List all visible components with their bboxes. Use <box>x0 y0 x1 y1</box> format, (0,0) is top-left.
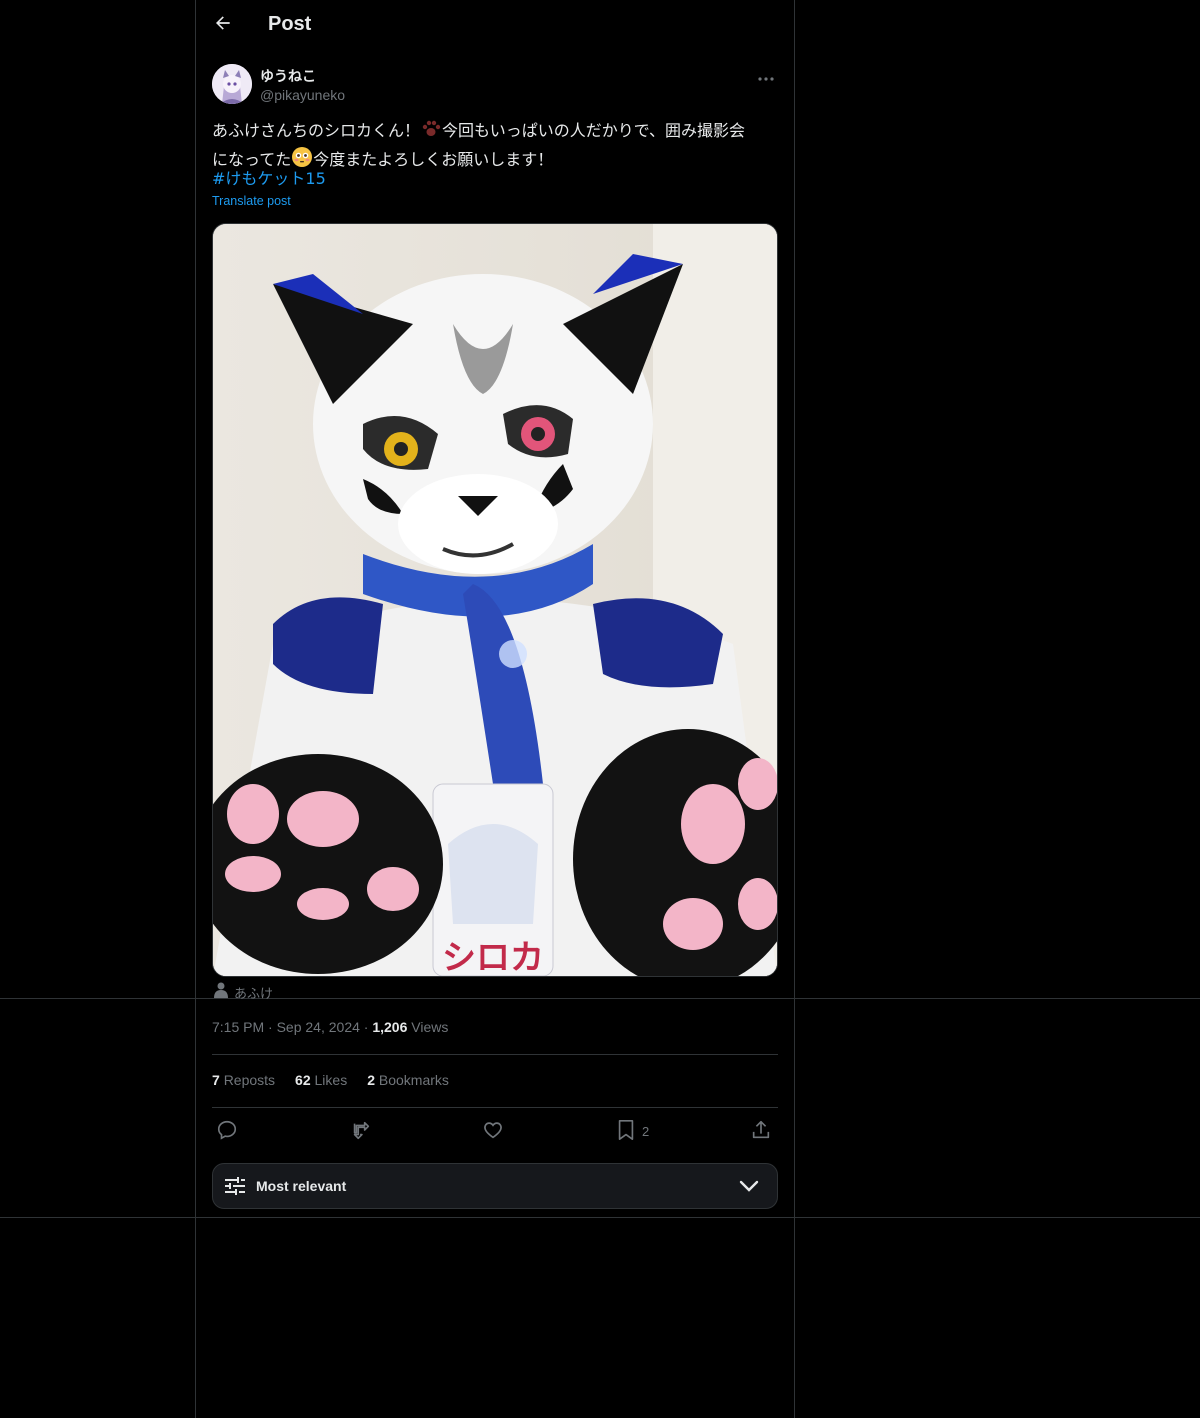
post-image[interactable]: シロカ <box>212 223 778 977</box>
likes-count: 62 <box>295 1072 311 1088</box>
sliders-icon <box>224 1176 246 1200</box>
views-label: Views <box>411 1019 449 1035</box>
reply-icon <box>216 1119 238 1144</box>
bookmarks-label: Bookmarks <box>378 1072 449 1088</box>
reposts-stat[interactable]: 7 Reposts <box>212 1072 275 1088</box>
post-text-line2b: 今度またよろしくお願いします！ <box>313 150 554 169</box>
translate-post-link[interactable]: Translate post <box>212 194 291 208</box>
more-icon <box>757 67 775 86</box>
post-time[interactable]: 7:15 PM <box>212 1019 264 1035</box>
tagged-user[interactable]: あふけ <box>214 982 273 1002</box>
paw-icon <box>420 119 442 146</box>
reply-button[interactable] <box>216 1116 238 1146</box>
author-handle[interactable]: @pikayuneko <box>260 87 345 103</box>
post-meta: 7:15 PM · Sep 24, 2024 · 1,206 Views <box>212 1019 448 1035</box>
back-button[interactable] <box>208 10 238 40</box>
bookmark-count: 2 <box>642 1123 650 1139</box>
chevron-down-icon <box>739 1178 759 1197</box>
share-button[interactable] <box>750 1116 772 1146</box>
reposts-count: 7 <box>212 1072 220 1088</box>
person-icon <box>214 982 228 1002</box>
likes-label: Likes <box>314 1072 348 1088</box>
meta-separator: · <box>363 1019 369 1035</box>
reposts-label: Reposts <box>223 1072 276 1088</box>
divider <box>212 1107 778 1108</box>
repost-icon <box>349 1119 373 1144</box>
bookmarks-count: 2 <box>367 1072 375 1088</box>
author-display-name[interactable]: ゆうねこ <box>260 66 316 86</box>
main-column: Post ゆうねこ @pikayuneko あふけさんちのシロカくん！ 今回もいっ… <box>195 0 795 1418</box>
sort-label: Most relevant <box>256 1178 347 1194</box>
post-text-line1b: 今回もいっぱいの人だかりで、囲み撮影会 <box>442 121 746 140</box>
repost-button[interactable] <box>349 1116 373 1146</box>
page-title: Post <box>268 13 312 35</box>
image-badge-text: シロカ <box>442 938 544 976</box>
like-icon <box>482 1119 504 1144</box>
back-arrow-icon <box>213 13 233 37</box>
post-actions: 2 <box>212 1116 778 1148</box>
post-date[interactable]: Sep 24, 2024 <box>277 1019 360 1035</box>
like-button[interactable] <box>482 1116 504 1146</box>
divider <box>212 1054 778 1055</box>
bookmarks-stat[interactable]: 2 Bookmarks <box>367 1072 449 1088</box>
more-button[interactable] <box>754 64 778 88</box>
share-icon <box>750 1119 772 1144</box>
views-count: 1,206 <box>372 1019 408 1035</box>
tagged-user-name: あふけ <box>234 986 274 1002</box>
page-header: Post <box>196 0 794 53</box>
replies-sort-dropdown[interactable]: Most relevant <box>212 1163 778 1209</box>
post-text-line1: あふけさんちのシロカくん！ <box>212 121 421 140</box>
post-author: ゆうねこ @pikayuneko <box>212 64 778 108</box>
hashtag-link[interactable]: #けもケット15 <box>212 167 326 191</box>
meta-separator: · <box>268 1019 273 1035</box>
bookmark-button[interactable]: 2 <box>616 1116 649 1146</box>
avatar[interactable] <box>212 64 252 104</box>
likes-stat[interactable]: 62 Likes <box>295 1072 347 1088</box>
bookmark-icon <box>616 1119 636 1144</box>
post-stats: 7 Reposts 62 Likes 2 Bookmarks <box>212 1072 449 1088</box>
